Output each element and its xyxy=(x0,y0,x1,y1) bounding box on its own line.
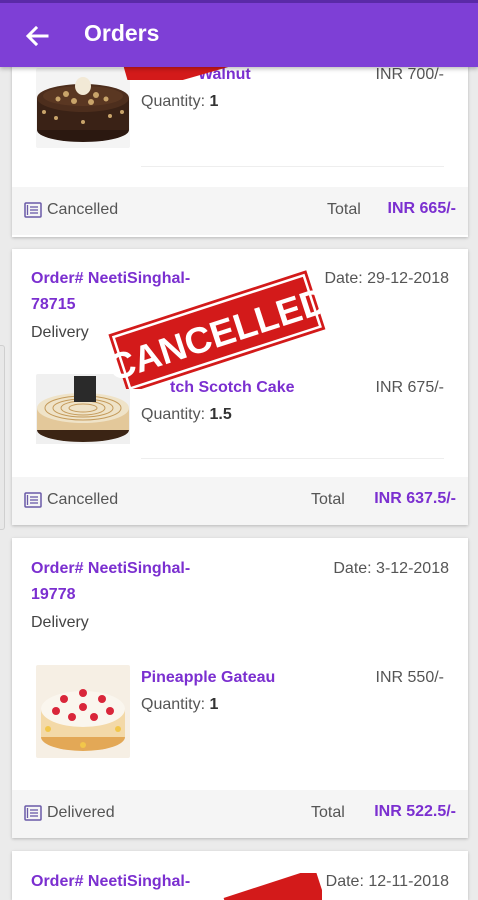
product-price: INR 550/- xyxy=(375,669,444,686)
quantity-label: Quantity: xyxy=(141,93,206,110)
order-status: Delivered xyxy=(47,804,115,821)
quantity-label: Quantity: xyxy=(141,406,206,423)
order-number[interactable]: Order# NeetiSinghal- xyxy=(31,869,221,895)
product-name[interactable]: tch Scotch Cake xyxy=(170,379,294,397)
product-quantity: Quantity: 1 xyxy=(141,696,218,714)
order-status: Cancelled xyxy=(47,201,119,218)
total-label: Total xyxy=(327,201,361,218)
quantity-value: 1 xyxy=(209,696,219,713)
product-name[interactable]: Walnut xyxy=(198,66,251,84)
order-date: Date: 29-12-2018 xyxy=(324,270,449,287)
product-image-chocolate-walnut-cake xyxy=(36,68,130,148)
order-date: Date: 12-11-2018 xyxy=(325,873,449,890)
product-price: INR 700/- xyxy=(375,66,444,83)
order-card[interactable]: Order# NeetiSinghal-78715 Date: 29-12-20… xyxy=(12,249,468,525)
divider xyxy=(141,166,444,167)
order-footer: Cancelled Total INR 637.5/- xyxy=(12,477,468,525)
order-total: INR 665/- xyxy=(387,200,456,217)
receipt-icon xyxy=(24,202,42,218)
product-name[interactable]: Pineapple Gateau xyxy=(141,669,275,687)
quantity-label: Quantity: xyxy=(141,696,206,713)
cancelled-stamp xyxy=(222,868,328,900)
divider xyxy=(141,458,444,459)
edge-drawer-handle[interactable] xyxy=(0,345,5,530)
order-footer: Delivered Total INR 522.5/- xyxy=(12,790,468,838)
total-label: Total xyxy=(311,491,345,508)
order-type: Delivery xyxy=(31,614,89,631)
order-status: Cancelled xyxy=(47,491,119,508)
order-date: Date: 3-12-2018 xyxy=(333,560,449,577)
quantity-value: 1 xyxy=(209,93,219,110)
order-footer: Cancelled Total INR 665/- xyxy=(12,187,468,235)
product-image-pineapple-gateau xyxy=(36,665,130,758)
app-bar: Orders xyxy=(0,0,478,67)
order-card[interactable]: Order# NeetiSinghal- Date: 12-11-2018 xyxy=(12,851,468,900)
product-price: INR 675/- xyxy=(375,379,444,396)
total-label: Total xyxy=(311,804,345,821)
order-number[interactable]: Order# NeetiSinghal-19778 xyxy=(31,556,221,608)
order-total: INR 637.5/- xyxy=(374,490,456,507)
receipt-icon xyxy=(24,492,42,508)
product-image-butterscotch-cake xyxy=(36,374,130,454)
order-number[interactable]: Order# NeetiSinghal-78715 xyxy=(31,266,221,318)
product-quantity: Quantity: 1.5 xyxy=(141,406,232,424)
order-type: Delivery xyxy=(31,324,89,341)
quantity-value: 1.5 xyxy=(209,406,232,423)
page-title: Orders xyxy=(84,20,160,46)
orders-list[interactable]: Walnut Quantity: 1 INR 700/- Cancelled T… xyxy=(0,0,478,900)
product-quantity: Quantity: 1 xyxy=(141,93,218,111)
arrow-back-icon[interactable] xyxy=(22,21,52,51)
order-card[interactable]: Order# NeetiSinghal-19778 Date: 3-12-201… xyxy=(12,538,468,838)
receipt-icon xyxy=(24,805,42,821)
order-total: INR 522.5/- xyxy=(374,803,456,820)
